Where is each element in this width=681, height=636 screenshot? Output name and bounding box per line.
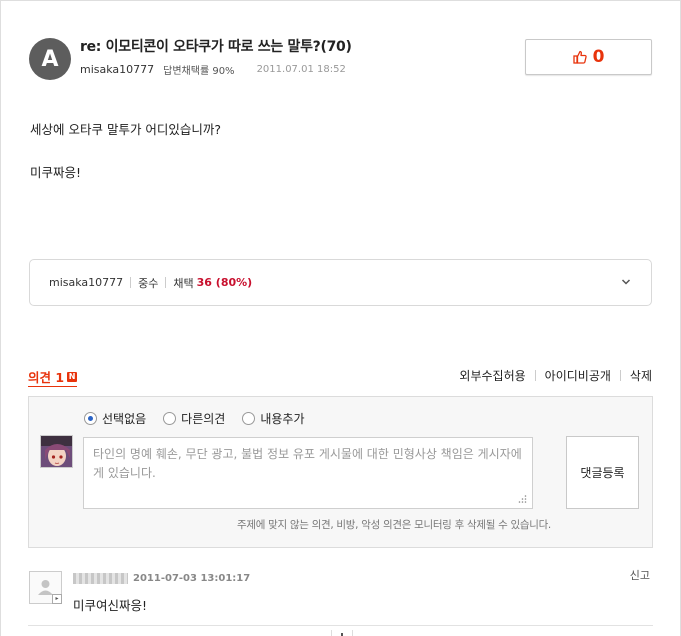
selection-label: 채택 — [173, 276, 194, 290]
answer-date: 2011.07.01 18:52 — [256, 64, 346, 75]
divider — [130, 277, 132, 288]
selection-value: 36 (80%) — [196, 276, 253, 289]
answer-body-line: 세상에 오타쿠 말투가 어디있습니까? — [30, 122, 222, 137]
answer-body-line: 미쿠짜응! — [30, 165, 82, 180]
comment-date: 2011-07-03 13:01:17 — [133, 573, 251, 584]
answer-meta: misaka10777 답변채택률 90% 2011.07.01 18:52 — [80, 62, 346, 77]
hide-id-link[interactable]: 아이디비공개 — [545, 367, 611, 384]
comment-form: 선택없음 다른의견 내용추가 타인의 명예 훼손, 무단 광고, 불법 정보 유… — [28, 396, 653, 548]
chevron-down-icon[interactable] — [619, 275, 633, 289]
answerer-avatar: A — [29, 38, 71, 80]
report-link[interactable]: 신고 — [630, 567, 650, 583]
allow-external-collection-link[interactable]: 외부수집허용 — [459, 367, 525, 384]
radio-circle[interactable] — [84, 412, 97, 425]
submit-comment-button[interactable]: 댓글등록 — [566, 436, 639, 509]
play-badge-icon: ▸ — [52, 594, 62, 604]
divider — [534, 370, 536, 381]
pagination[interactable] — [331, 630, 353, 636]
opinions-title: 의견 1 — [28, 370, 65, 385]
radio-circle[interactable] — [163, 412, 177, 425]
new-badge: N — [67, 371, 78, 382]
delete-link[interactable]: 삭제 — [630, 367, 652, 384]
radio-add-content[interactable]: 내용추가 — [242, 410, 305, 427]
thumbs-up-icon — [572, 50, 587, 64]
profile-name[interactable]: misaka10777 — [49, 276, 123, 289]
profile-level: 중수 — [138, 276, 159, 290]
comment-textarea[interactable]: 타인의 명예 훼손, 무단 광고, 불법 정보 유포 게시물에 대한 민형사상 … — [83, 437, 533, 509]
opinions-tab[interactable]: 의견 1 N — [28, 367, 78, 387]
anime-avatar-icon — [41, 436, 72, 467]
resize-grip-icon[interactable] — [517, 494, 527, 504]
opinion-type-radios: 선택없음 다른의견 내용추가 — [84, 410, 322, 427]
avatar-letter: A — [41, 46, 59, 72]
moderation-note: 주제에 맞지 않는 의견, 비방, 악성 의견은 모니터링 후 삭제될 수 있습… — [237, 519, 551, 531]
divider — [28, 625, 653, 626]
answerer-name[interactable]: misaka10777 — [80, 63, 154, 76]
radio-label: 내용추가 — [260, 412, 305, 426]
divider — [165, 277, 167, 288]
divider — [619, 370, 621, 381]
answer-title: re: 이모티콘이 오타쿠가 따로 쓰는 말투?(70) — [80, 39, 352, 55]
radio-label: 다른의견 — [181, 412, 226, 426]
user-avatar — [40, 435, 73, 468]
like-count: 0 — [592, 47, 605, 67]
radio-no-selection[interactable]: 선택없음 — [84, 410, 146, 427]
comment-placeholder: 타인의 명예 훼손, 무단 광고, 불법 정보 유포 게시물에 대한 민형사상 … — [93, 447, 522, 480]
answerer-profile-bar[interactable]: misaka10777 중수 채택 36 (80%) — [29, 259, 652, 306]
commenter-avatar[interactable]: ▸ — [29, 571, 62, 604]
radio-label: 선택없음 — [102, 412, 147, 426]
comment-text: 미쿠여신짜응! — [73, 598, 148, 613]
like-button[interactable]: 0 — [525, 39, 652, 75]
radio-circle[interactable] — [242, 412, 256, 425]
radio-different-opinion[interactable]: 다른의견 — [163, 410, 225, 427]
commenter-name-blurred — [73, 573, 128, 584]
opinion-actions: 외부수집허용 아이디비공개 삭제 — [459, 367, 652, 384]
adoption-rate: 답변채택률 90% — [163, 66, 235, 77]
